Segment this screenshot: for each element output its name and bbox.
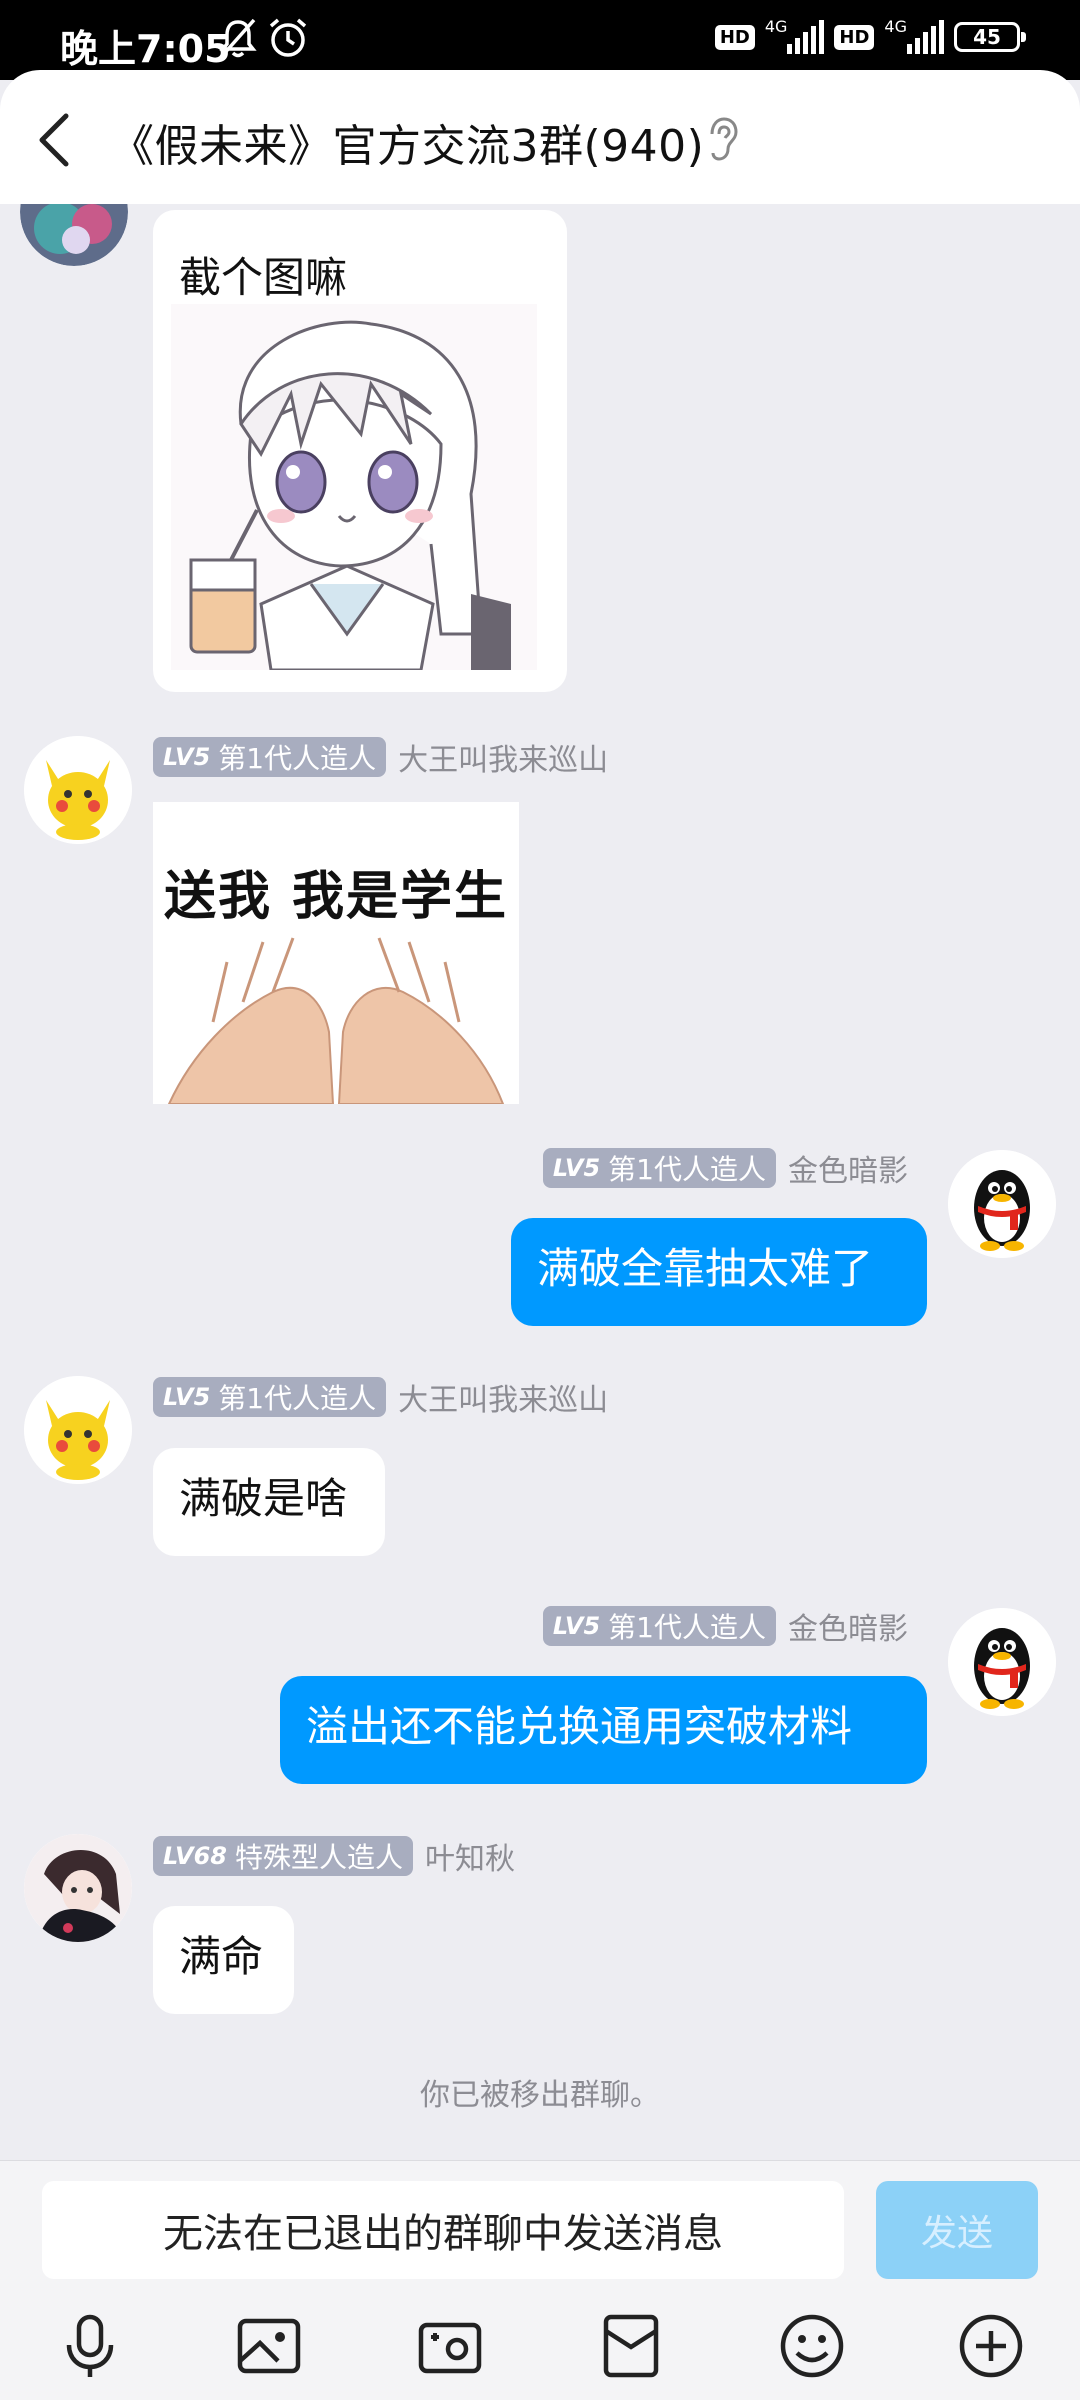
signal-icon: 4G xyxy=(764,17,825,54)
qq-penguin-icon xyxy=(948,1608,1056,1716)
message-list[interactable]: 截个图嘛 LV5 第1代人造人 大王叫我来巡山 送我 我是学生 LV5 第1代人… xyxy=(0,204,1080,2160)
level-title: 特殊型人造人 xyxy=(234,1841,403,1874)
hd-badge: HD xyxy=(834,24,875,50)
level-title: 第1代人造人 xyxy=(608,1611,766,1644)
avatar[interactable] xyxy=(24,1376,132,1484)
ear-icon[interactable] xyxy=(706,116,740,162)
message-text: 满命 xyxy=(179,1932,264,1981)
message-bubble[interactable]: 满破是啥 xyxy=(153,1448,385,1556)
back-arrow-icon[interactable] xyxy=(30,110,80,170)
avatar[interactable] xyxy=(20,204,128,266)
message-bubble[interactable]: 溢出还不能兑换通用突破材料 xyxy=(280,1676,927,1784)
qq-penguin-icon xyxy=(948,1150,1056,1258)
system-message: 你已被移出群聊。 xyxy=(420,2078,660,2113)
sender-name[interactable]: 金色暗影 xyxy=(788,1604,908,1648)
message-bubble[interactable]: 满命 xyxy=(153,1906,294,2014)
signal-icon: 4G xyxy=(884,17,944,54)
level-number: LV5 xyxy=(163,743,211,771)
level-number: LV5 xyxy=(552,1154,601,1182)
mute-bell-icon xyxy=(219,18,257,58)
status-bar: 晚上7:05 HD 4G HD 4G 45 xyxy=(0,0,1080,80)
network-type: 4G xyxy=(884,17,907,36)
message-input-disabled: 无法在已退出的群聊中发送消息 xyxy=(42,2181,844,2279)
avatar[interactable] xyxy=(24,736,132,844)
sender-meta: LV5 第1代人造人 金色暗影 xyxy=(542,1604,908,1648)
sender-meta: LV5 第1代人造人 金色暗影 xyxy=(542,1146,908,1190)
level-title: 第1代人造人 xyxy=(608,1153,766,1186)
hd-badge: HD xyxy=(714,24,755,50)
microphone-icon[interactable] xyxy=(55,2311,125,2381)
message-bubble[interactable]: 截个图嘛 xyxy=(153,210,567,692)
input-toolbar xyxy=(0,2311,1080,2391)
sender-name[interactable]: 大王叫我来巡山 xyxy=(398,1375,608,1419)
image-icon[interactable] xyxy=(234,2311,304,2381)
camera-icon[interactable] xyxy=(415,2311,485,2381)
send-button[interactable]: 发送 xyxy=(876,2181,1038,2279)
sender-name[interactable]: 大王叫我来巡山 xyxy=(398,735,608,779)
red-packet-icon[interactable] xyxy=(596,2311,666,2381)
level-badge: LV5 第1代人造人 xyxy=(153,1377,387,1417)
group-title[interactable]: 《假未来》官方交流3群(940) xyxy=(110,110,704,174)
message-bubble[interactable]: 满破全靠抽太难了 xyxy=(511,1218,927,1326)
battery-icon: 45 xyxy=(954,22,1026,52)
message-text: 溢出还不能兑换通用突破材料 xyxy=(306,1702,853,1751)
emoji-icon[interactable] xyxy=(777,2311,847,2381)
level-badge: LV5 第1代人造人 xyxy=(153,737,387,777)
avatar[interactable] xyxy=(948,1150,1056,1258)
avatar[interactable] xyxy=(948,1608,1056,1716)
hands-sticker[interactable]: 送我 我是学生 xyxy=(153,802,519,1104)
level-badge: LV68 特殊型人造人 xyxy=(153,1836,413,1876)
message-text: 截个图嘛 xyxy=(179,253,348,302)
sticker-caption: 送我 我是学生 xyxy=(163,867,509,927)
level-number: LV68 xyxy=(163,1842,227,1870)
level-number: LV5 xyxy=(552,1612,601,1640)
level-title: 第1代人造人 xyxy=(218,742,377,775)
plus-icon[interactable] xyxy=(956,2311,1026,2381)
level-badge: LV5 第1代人造人 xyxy=(542,1148,776,1188)
level-title: 第1代人造人 xyxy=(218,1382,377,1415)
avatar[interactable] xyxy=(24,1834,132,1942)
sender-meta: LV68 特殊型人造人 叶知秋 xyxy=(153,1834,515,1878)
anime-girl-sticker[interactable] xyxy=(171,304,537,670)
sender-name[interactable]: 金色暗影 xyxy=(788,1146,908,1190)
input-bar: 无法在已退出的群聊中发送消息 发送 xyxy=(0,2160,1080,2400)
level-number: LV5 xyxy=(163,1383,211,1411)
sender-meta: LV5 第1代人造人 大王叫我来巡山 xyxy=(153,735,608,779)
chat-header: 《假未来》官方交流3群(940) xyxy=(0,70,1080,204)
sender-name[interactable]: 叶知秋 xyxy=(425,1834,515,1878)
status-time: 晚上7:05 xyxy=(60,27,231,71)
alarm-icon xyxy=(269,18,307,57)
message-text: 满破是啥 xyxy=(179,1474,348,1523)
network-type: 4G xyxy=(764,17,788,36)
sender-meta: LV5 第1代人造人 大王叫我来巡山 xyxy=(153,1375,608,1419)
level-badge: LV5 第1代人造人 xyxy=(542,1606,776,1646)
message-text: 满破全靠抽太难了 xyxy=(537,1244,874,1293)
battery-level: 45 xyxy=(973,25,1001,49)
